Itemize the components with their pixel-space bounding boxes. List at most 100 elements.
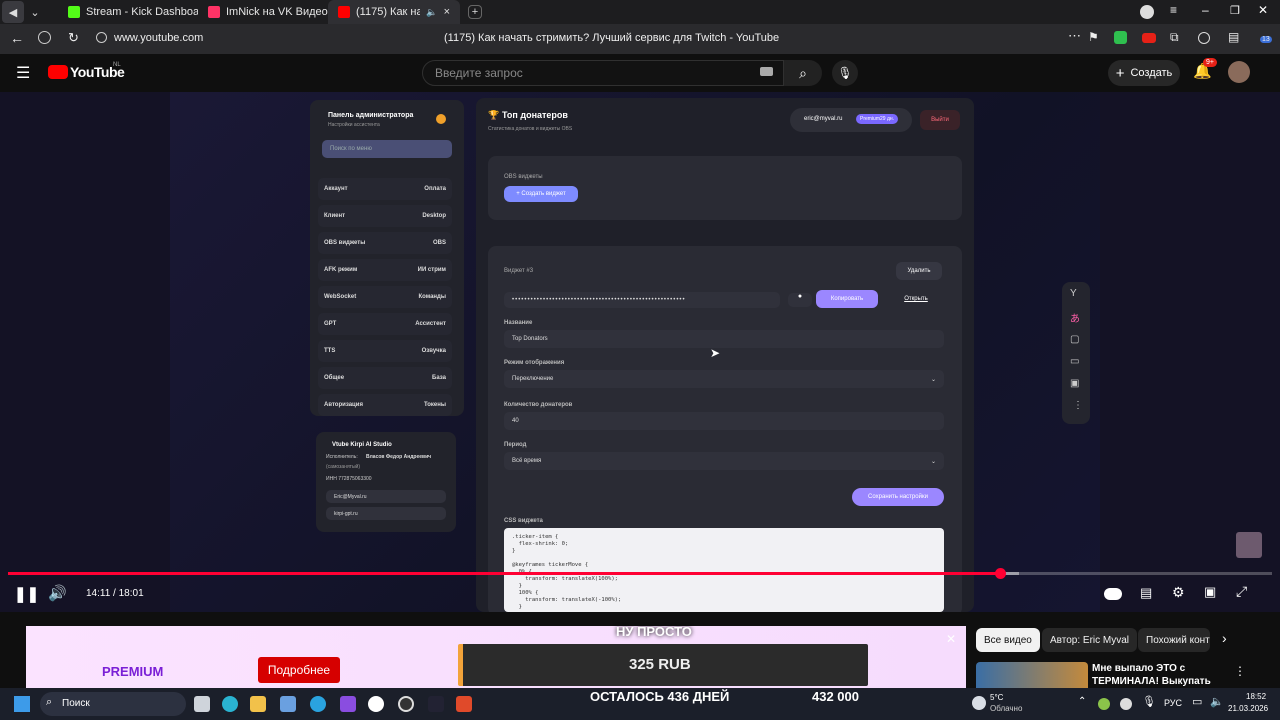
reload-icon[interactable]: ↻	[68, 30, 79, 46]
obs-icon[interactable]	[398, 696, 414, 712]
save-settings-button[interactable]: Сохранить настройки	[852, 488, 944, 506]
tab-kick[interactable]: Stream - Kick Dashboard	[58, 0, 198, 24]
tray-app-icon[interactable]	[1098, 698, 1110, 710]
chip-similar[interactable]: Похожий конт	[1138, 628, 1210, 652]
extensions-puzzle-icon[interactable]: ⧉	[1170, 30, 1179, 45]
mute-icon[interactable]: 🔈	[426, 7, 437, 18]
close-tab-icon[interactable]: ×	[444, 6, 450, 18]
microphone-icon[interactable]: 🎙	[1142, 695, 1156, 708]
menu-item-general[interactable]: Общее База	[318, 367, 452, 389]
chat-icon[interactable]: ▢	[1070, 334, 1079, 345]
video-popout-icon[interactable]	[1198, 32, 1210, 44]
restore-icon[interactable]: ❐	[1230, 4, 1240, 17]
menu-item-gpt[interactable]: GPT Ассистент	[318, 313, 452, 335]
tray-chevron-icon[interactable]: ⌃	[1078, 696, 1086, 707]
menu-item-obs[interactable]: OBS виджеты OBS	[318, 232, 452, 254]
app-purple-icon[interactable]	[340, 696, 356, 712]
chip-all-videos[interactable]: Все видео	[976, 628, 1040, 652]
name-field[interactable]: Top Donators	[504, 330, 944, 348]
back-icon[interactable]: ←	[10, 30, 24, 46]
youtube-logo-icon[interactable]	[48, 65, 68, 79]
menu-item-client[interactable]: Клиент Desktop	[318, 205, 452, 227]
more-info-button[interactable]: Подробнее	[258, 657, 340, 683]
keyboard-icon[interactable]	[760, 67, 773, 76]
weather-temp[interactable]: 5°C	[990, 693, 1003, 702]
captions-icon[interactable]: ▭	[1070, 356, 1079, 367]
avatar[interactable]	[1228, 61, 1250, 83]
store-icon[interactable]	[280, 696, 296, 712]
menu-icon[interactable]: ≡	[1170, 3, 1177, 17]
tab-menu-chevron-icon[interactable]: ⌄	[24, 1, 46, 23]
toolbar-tool-icon[interactable]: Y	[1070, 288, 1077, 299]
video-player[interactable]: Панель администратора Настройки ассистен…	[0, 92, 1280, 612]
weather-desc[interactable]: Облачно	[990, 704, 1022, 713]
admin-search-input[interactable]: Поиск по меню	[322, 140, 452, 158]
hamburger-menu-icon[interactable]: ☰	[16, 63, 30, 83]
telegram-icon[interactable]	[310, 696, 326, 712]
subtitles-icon[interactable]: ▤	[1140, 585, 1152, 601]
collections-icon[interactable]: ▤	[1228, 30, 1239, 44]
menu-item-websocket[interactable]: WebSocket Команды	[318, 286, 452, 308]
more-vertical-icon[interactable]: ⋮	[1073, 400, 1083, 411]
app-red-icon[interactable]	[456, 696, 472, 712]
menu-item-account[interactable]: Аккаунт Оплата	[318, 178, 452, 200]
taskbar-search[interactable]: ⌕ Поиск	[40, 692, 186, 716]
windows-start-icon[interactable]	[14, 696, 30, 712]
period-select[interactable]: Всё время ⌄	[504, 452, 944, 470]
copy-button[interactable]: Копировать	[816, 290, 878, 308]
count-field[interactable]: 40	[504, 412, 944, 430]
file-explorer-icon[interactable]	[250, 696, 266, 712]
more-icon[interactable]: ⋯	[1068, 28, 1081, 44]
settings-gear-icon[interactable]: ⚙	[1172, 584, 1185, 601]
site-link[interactable]: kirpi-gpt.ru	[326, 507, 446, 520]
video-progress-bar[interactable]	[8, 568, 1272, 579]
menu-item-afk[interactable]: AFK режим ИИ стрим	[318, 259, 452, 281]
close-banner-icon[interactable]: ✕	[946, 632, 956, 646]
translate-icon[interactable]: あ	[1070, 310, 1080, 325]
chevron-right-icon[interactable]: ›	[1222, 630, 1227, 646]
language-indicator[interactable]: РУС	[1164, 698, 1182, 708]
chip-author[interactable]: Автор: Eric Myval	[1042, 628, 1138, 652]
task-view-icon[interactable]	[194, 696, 210, 712]
delete-widget-button[interactable]: Удалить	[896, 262, 942, 280]
more-vertical-icon[interactable]: ⋮	[1234, 664, 1246, 678]
terminal-icon[interactable]	[428, 696, 444, 712]
logout-button[interactable]: Выйти	[920, 110, 960, 130]
minimize-icon[interactable]: –	[1202, 3, 1209, 17]
search-input[interactable]: Введите запрос	[422, 60, 784, 86]
create-widget-button[interactable]: + Создать виджет	[504, 186, 578, 202]
voice-search-icon[interactable]: 🎙	[832, 60, 858, 86]
create-button[interactable]: + Создать	[1108, 60, 1180, 86]
menu-item-auth[interactable]: Авторизация Токены	[318, 394, 452, 416]
menu-item-tts[interactable]: TTS Озвучка	[318, 340, 452, 362]
widget-url-field[interactable]: ••••••••••••••••••••••••••••••••••••••••…	[504, 292, 780, 308]
speaker-icon[interactable]: 🔈	[1210, 695, 1224, 708]
toggle-visibility-icon[interactable]: ●	[788, 293, 812, 307]
url-text[interactable]: www.youtube.com	[114, 32, 203, 44]
autoplay-toggle-icon[interactable]	[1104, 588, 1122, 600]
tray-app-icon[interactable]	[1120, 698, 1132, 710]
miniplayer-icon[interactable]: ▣	[1204, 584, 1216, 600]
mode-select[interactable]: Переключение ⌄	[504, 370, 944, 388]
user-pill[interactable]: eric@myval.ru Premium29 дн.	[790, 108, 912, 132]
clock-date[interactable]: 21.03.2026	[1228, 704, 1268, 713]
shield-icon[interactable]	[38, 31, 51, 44]
open-button[interactable]: Открыть	[888, 290, 944, 308]
edge-icon[interactable]	[222, 696, 238, 712]
fullscreen-icon[interactable]: ⤢	[1236, 583, 1247, 600]
bookmark-icon[interactable]: ⚑	[1088, 30, 1099, 44]
yandex-browser-icon[interactable]	[368, 696, 384, 712]
extension-badge[interactable]: 13	[1260, 36, 1272, 43]
close-window-icon[interactable]: ✕	[1258, 3, 1268, 17]
clock-time[interactable]: 18:52	[1246, 692, 1266, 701]
network-icon[interactable]: ▭	[1192, 695, 1202, 708]
email-link[interactable]: Eric@Myval.ru	[326, 490, 446, 503]
recommendation-thumbnail[interactable]	[976, 662, 1088, 688]
new-tab-icon[interactable]: +	[468, 5, 482, 19]
profile-icon[interactable]	[1140, 5, 1154, 19]
sound-icon[interactable]: ◀	[2, 1, 24, 23]
search-button[interactable]: ⌕	[784, 60, 822, 86]
extension-green-icon[interactable]	[1114, 31, 1127, 44]
site-info-icon[interactable]	[96, 32, 107, 43]
pause-icon[interactable]: ❚❚	[14, 585, 39, 603]
